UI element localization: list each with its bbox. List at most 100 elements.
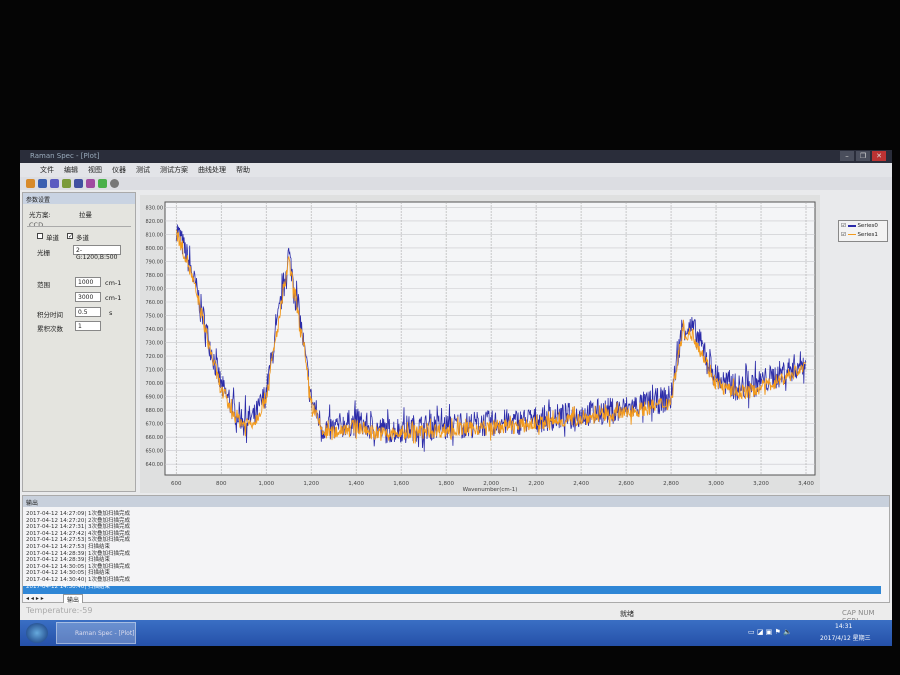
clock-time: 14:31 <box>835 623 853 630</box>
scan-icon[interactable] <box>62 179 71 188</box>
y-tick-label: 710.00 <box>146 368 164 374</box>
single-label: 单道 <box>46 234 59 242</box>
legend-series1-label: Series1 <box>857 232 878 238</box>
tray-icons[interactable]: ▭ ◪ ▣ ⚑ 🔈 <box>748 628 792 636</box>
minimize-button[interactable]: – <box>840 151 854 161</box>
open-icon[interactable] <box>26 179 35 188</box>
y-tick-label: 790.00 <box>146 259 164 265</box>
integration-label: 积分时间 <box>37 311 63 319</box>
parameter-panel: 参数设置 光方案: 拉曼 CCD 单道 ✓ 多道 光栅 2-G:1200,B:5… <box>22 192 136 492</box>
menu-instrument[interactable]: 仪器 <box>112 165 126 175</box>
zoom-icon[interactable] <box>86 179 95 188</box>
stop-icon[interactable] <box>74 179 83 188</box>
range-from-input[interactable]: 1000 <box>75 277 101 287</box>
chart-legend: ☑ Series0 ☑ Series1 <box>838 220 888 242</box>
scheme-label: 光方案: <box>29 211 51 219</box>
y-tick-label: 800.00 <box>146 246 164 252</box>
output-title: 输出 <box>23 496 889 507</box>
x-tick-label: 3,400 <box>798 481 814 487</box>
menu-curve-processing[interactable]: 曲线处理 <box>198 165 226 175</box>
log-line[interactable]: 2017-04-12 14:30:40| 扫描结束 <box>26 582 110 590</box>
y-tick-label: 730.00 <box>146 341 164 347</box>
menu-view[interactable]: 视图 <box>88 165 102 175</box>
group-divider <box>27 226 131 227</box>
menu-file[interactable]: 文件 <box>40 165 54 175</box>
run-icon[interactable] <box>98 179 107 188</box>
y-tick-label: 640.00 <box>146 462 164 468</box>
range-unit-from: cm-1 <box>105 279 122 287</box>
save-icon[interactable] <box>38 179 47 188</box>
menu-bar: 文件 编辑 视图 仪器 测试 测试方案 曲线处理 帮助 <box>20 163 892 177</box>
x-tick-label: 3,000 <box>708 481 724 487</box>
x-tick-label: 1,600 <box>393 481 409 487</box>
tab-nav-arrows[interactable]: ◂ ◂ ▸ ▸ <box>26 595 44 602</box>
x-axis-label: Wavenumber(cm-1) <box>463 487 518 493</box>
x-tick-label: 2,200 <box>528 481 544 487</box>
x-tick-label: 2,800 <box>663 481 679 487</box>
range-unit-to: cm-1 <box>105 294 122 302</box>
window-title: Raman Spec - [Plot] <box>30 152 100 160</box>
accum-input[interactable]: 1 <box>75 321 101 331</box>
monitor-screen: Raman Spec - [Plot] – ❐ ✕ 文件 编辑 视图 仪器 测试… <box>20 150 892 646</box>
integration-unit: s <box>109 309 113 317</box>
taskbar-app-label: Raman Spec - [Plot] <box>75 630 135 637</box>
menu-test-scheme[interactable]: 测试方案 <box>160 165 188 175</box>
y-tick-label: 770.00 <box>146 286 164 292</box>
title-bar: Raman Spec - [Plot] – ❐ ✕ <box>20 150 892 163</box>
legend-series1[interactable]: ☑ Series1 <box>841 232 878 238</box>
start-button[interactable] <box>26 623 48 643</box>
output-panel: 输出 2017-04-12 14:27:09| 1次叠加扫描完成 2017-04-… <box>22 495 890 605</box>
x-tick-label: 2,400 <box>573 481 589 487</box>
toolbar <box>20 177 892 190</box>
y-tick-label: 740.00 <box>146 327 164 333</box>
y-tick-label: 820.00 <box>146 219 164 225</box>
range-to-input[interactable]: 3000 <box>75 292 101 302</box>
x-tick-label: 1,400 <box>348 481 364 487</box>
taskbar: Raman Spec - [Plot] ▭ ◪ ▣ ⚑ 🔈 14:31 2017… <box>20 620 892 646</box>
y-tick-label: 700.00 <box>146 381 164 387</box>
selected-log-highlight <box>23 586 881 594</box>
ccd-group-label: CCD <box>29 221 44 229</box>
maximize-button[interactable]: ❐ <box>856 151 870 161</box>
x-tick-label: 1,200 <box>303 481 319 487</box>
multi-label: 多道 <box>76 234 89 242</box>
y-tick-label: 650.00 <box>146 449 164 455</box>
taskbar-app-button[interactable]: Raman Spec - [Plot] <box>56 622 136 644</box>
y-tick-label: 830.00 <box>146 205 164 211</box>
panel-title: 参数设置 <box>23 193 135 204</box>
status-ready: 就绪 <box>620 610 634 618</box>
menu-help[interactable]: 帮助 <box>236 165 250 175</box>
spectrum-chart: 830.00 820.00 810.00 800.00 790.00 780.00 770.… <box>140 195 820 493</box>
menu-edit[interactable]: 编辑 <box>64 165 78 175</box>
grating-label: 光栅 <box>37 249 50 257</box>
scheme-value: 拉曼 <box>79 211 92 219</box>
temperature-readout: Temperature:-59 <box>26 606 93 615</box>
x-tick-label: 1,000 <box>258 481 274 487</box>
x-tick-label: 800 <box>216 481 227 487</box>
grating-select[interactable]: 2-G:1200,B:500 <box>73 245 121 261</box>
spectrum-plot: 830.00 820.00 810.00 800.00 790.00 780.00 770.… <box>146 201 816 493</box>
x-tick-label: 3,200 <box>753 481 769 487</box>
accum-label: 累积次数 <box>37 325 63 333</box>
single-checkbox[interactable] <box>37 233 43 239</box>
range-label: 范围 <box>37 281 50 289</box>
y-tick-label: 690.00 <box>146 395 164 401</box>
y-tick-label: 680.00 <box>146 408 164 414</box>
y-tick-label: 670.00 <box>146 422 164 428</box>
y-tick-label: 760.00 <box>146 300 164 306</box>
x-tick-label: 2,600 <box>618 481 634 487</box>
print-icon[interactable] <box>50 179 59 188</box>
multi-checkbox[interactable]: ✓ <box>67 233 73 240</box>
menu-test[interactable]: 测试 <box>136 165 150 175</box>
x-tick-label: 600 <box>171 481 182 487</box>
clock-date: 2017/4/12 星期三 <box>820 635 871 642</box>
legend-series0[interactable]: ☑ Series0 <box>841 223 878 229</box>
integration-input[interactable]: 0.5 <box>75 307 101 317</box>
y-tick-label: 660.00 <box>146 435 164 441</box>
legend-series0-label: Series0 <box>857 223 878 229</box>
x-tick-label: 1,800 <box>438 481 454 487</box>
close-button[interactable]: ✕ <box>872 151 886 161</box>
y-tick-label: 810.00 <box>146 232 164 238</box>
y-tick-label: 720.00 <box>146 354 164 360</box>
settings-icon[interactable] <box>110 179 119 188</box>
